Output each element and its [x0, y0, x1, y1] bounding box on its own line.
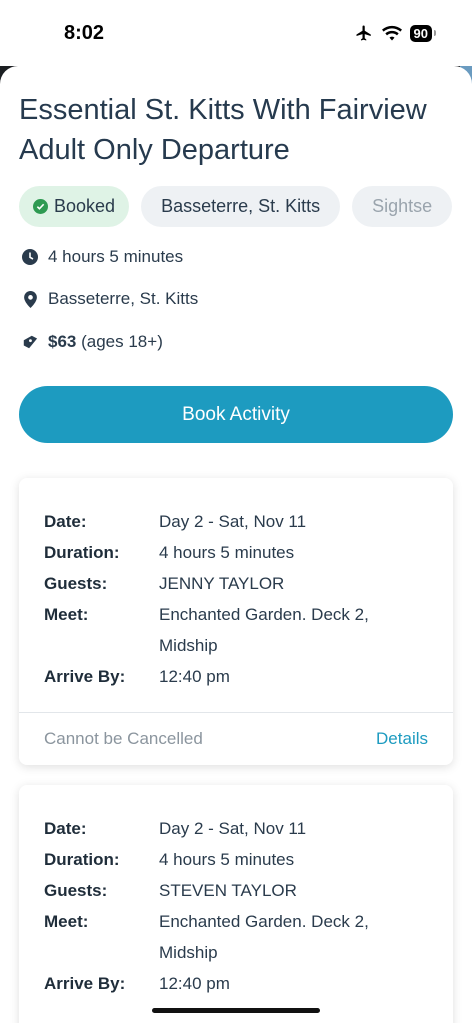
- booking-details: Date: Day 2 - Sat, Nov 11 Duration: 4 ho…: [19, 478, 453, 712]
- duration-value: 4 hours 5 minutes: [159, 850, 295, 869]
- activity-sheet: Essential St. Kitts With Fairview Adult …: [0, 66, 472, 1023]
- guests-label: Guests:: [44, 574, 108, 593]
- date-value: Day 2 - Sat, Nov 11: [159, 819, 307, 838]
- price-value: $63: [48, 332, 77, 351]
- meet-label: Meet:: [44, 605, 89, 624]
- arrive-label: Arrive By:: [44, 974, 126, 993]
- duration-text: 4 hours 5 minutes: [48, 247, 184, 266]
- price-note: (ages 18+): [81, 332, 163, 351]
- guest-name: STEVEN TAYLOR: [159, 881, 297, 900]
- status-time: 8:02: [64, 21, 105, 44]
- airplane-icon: [356, 25, 371, 41]
- category-chip[interactable]: Sightse: [352, 186, 453, 227]
- meet-row: Meet: Enchanted Garden. Deck 2, Midship: [44, 599, 428, 661]
- meet-location: Enchanted Garden. Deck 2, Midship: [159, 605, 369, 655]
- booking-details: Date: Day 2 - Sat, Nov 11 Duration: 4 ho…: [19, 785, 453, 1019]
- status-icons: 90: [354, 24, 437, 42]
- duration-label: Duration:: [44, 543, 120, 562]
- duration-row: 4 hours 5 minutes: [22, 247, 183, 267]
- activity-title: Essential St. Kitts With Fairview Adult …: [19, 94, 427, 166]
- port-chip[interactable]: Basseterre, St. Kitts: [141, 186, 341, 227]
- date-label: Date:: [44, 512, 87, 531]
- date-label: Date:: [44, 819, 87, 838]
- home-indicator: [152, 1008, 320, 1013]
- location-row: Basseterre, St. Kitts: [22, 289, 198, 309]
- ticket-icon: [22, 334, 38, 350]
- guests-row: Guests: STEVEN TAYLOR: [44, 875, 428, 906]
- arrive-row: Arrive By: 12:40 pm: [44, 661, 428, 692]
- booking-card: Date: Day 2 - Sat, Nov 11 Duration: 4 ho…: [19, 478, 453, 765]
- date-row: Date: Day 2 - Sat, Nov 11: [44, 813, 428, 844]
- booked-chip: Booked: [19, 186, 130, 227]
- wifi-icon: [381, 25, 402, 41]
- price-row: $63 (ages 18+): [22, 332, 163, 352]
- arrive-row: Arrive By: 12:40 pm: [44, 968, 428, 999]
- chip-row: Booked Basseterre, St. Kitts Sightse: [19, 186, 453, 227]
- book-activity-button[interactable]: Book Activity: [19, 386, 453, 443]
- location-text: Basseterre, St. Kitts: [48, 289, 199, 308]
- location-pin-icon: [22, 290, 38, 308]
- duration-detail-row: Duration: 4 hours 5 minutes: [44, 537, 428, 568]
- clock-icon: [22, 249, 38, 265]
- details-link[interactable]: Details: [376, 729, 428, 749]
- date-value: Day 2 - Sat, Nov 11: [159, 512, 307, 531]
- duration-value: 4 hours 5 minutes: [159, 543, 295, 562]
- guest-name: JENNY TAYLOR: [159, 574, 285, 593]
- meet-row: Meet: Enchanted Garden. Deck 2, Midship: [44, 906, 428, 968]
- date-row: Date: Day 2 - Sat, Nov 11: [44, 506, 428, 537]
- arrive-label: Arrive By:: [44, 667, 126, 686]
- duration-label: Duration:: [44, 850, 120, 869]
- status-bar: 8:02 90: [0, 0, 472, 66]
- booking-card-footer: Cannot be Cancelled Details: [19, 712, 453, 765]
- meet-location: Enchanted Garden. Deck 2, Midship: [159, 912, 369, 962]
- arrive-time: 12:40 pm: [159, 667, 230, 686]
- meet-label: Meet:: [44, 912, 89, 931]
- duration-detail-row: Duration: 4 hours 5 minutes: [44, 844, 428, 875]
- check-circle-icon: [33, 199, 48, 214]
- guests-row: Guests: JENNY TAYLOR: [44, 568, 428, 599]
- battery-indicator: 90: [409, 24, 437, 42]
- cancellation-note: Cannot be Cancelled: [44, 729, 203, 748]
- guests-label: Guests:: [44, 881, 108, 900]
- arrive-time: 12:40 pm: [159, 974, 230, 993]
- booked-chip-label: Booked: [54, 196, 116, 216]
- booking-card: Date: Day 2 - Sat, Nov 11 Duration: 4 ho…: [19, 785, 453, 1023]
